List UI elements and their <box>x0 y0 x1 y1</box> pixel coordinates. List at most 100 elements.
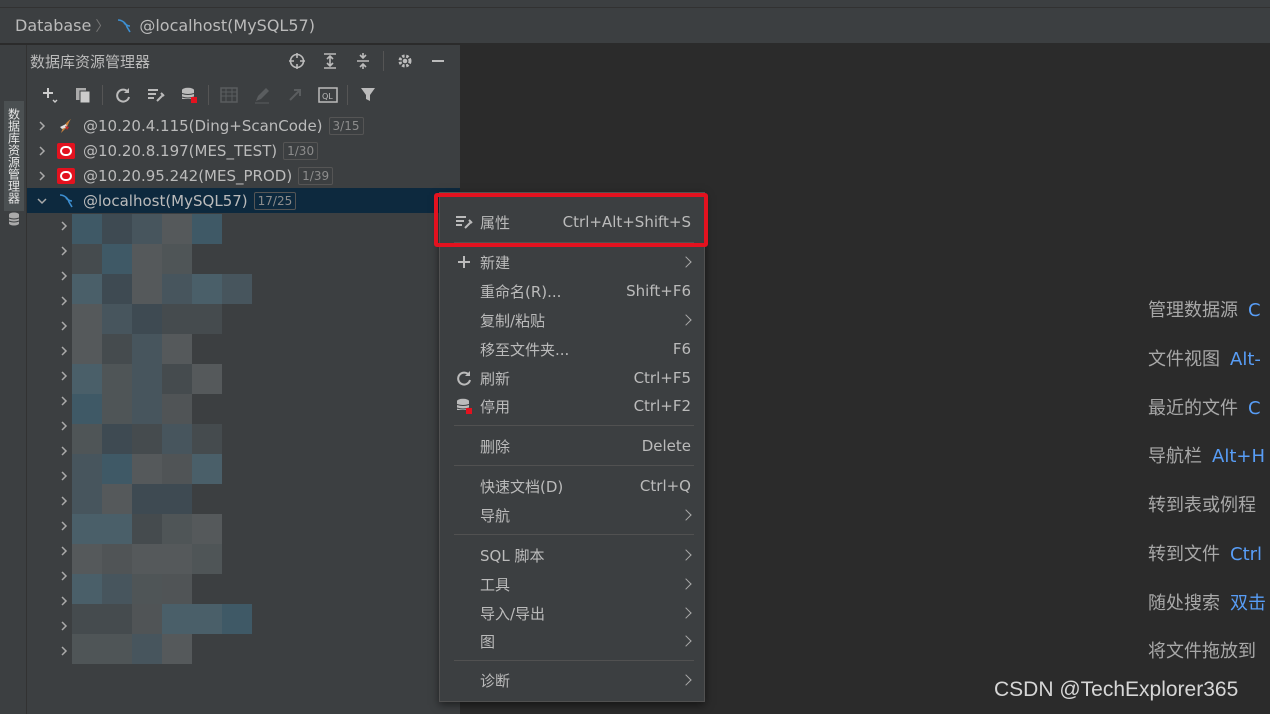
editor-hint: 转到表或例程 <box>1148 491 1256 517</box>
collapse-all-icon[interactable] <box>346 49 379 73</box>
menu-item-copy-paste[interactable]: 复制/粘贴 <box>440 307 704 333</box>
chevron-right-icon <box>680 607 692 619</box>
menu-label: 工具 <box>480 575 511 594</box>
menu-item-refresh[interactable]: 刷新 Ctrl+F5 <box>440 365 704 391</box>
chevron-right-icon[interactable] <box>57 419 71 433</box>
query-console-icon[interactable]: QL <box>311 82 344 108</box>
menu-item-import-export[interactable]: 导入/导出 <box>440 600 704 626</box>
datasource-badge: 3/15 <box>328 116 364 135</box>
datasource-name: @10.20.95.242(MES_PROD) <box>83 166 293 185</box>
hint-label: 转到文件 <box>1148 544 1220 565</box>
minimize-icon[interactable] <box>421 49 454 73</box>
add-icon[interactable] <box>33 82 66 108</box>
database-icon[interactable] <box>6 211 22 227</box>
menu-item-quick-doc[interactable]: 快速文档(D) Ctrl+Q <box>440 473 704 499</box>
chevron-right-icon <box>680 256 692 268</box>
menu-item-move-to-folder[interactable]: 移至文件夹... F6 <box>440 336 704 362</box>
tree-row-datasource[interactable]: @10.20.4.115(Ding+ScanCode) 3/15 <box>27 113 460 138</box>
context-menu: 属性 Ctrl+Alt+Shift+S 新建 重命名(R)... Shift+F… <box>439 192 705 702</box>
chevron-right-icon[interactable] <box>57 544 71 558</box>
breadcrumb-current-label: @localhost(MySQL57) <box>139 16 315 35</box>
toolbar-separator <box>347 85 348 105</box>
chevron-right-icon[interactable] <box>35 119 49 133</box>
refresh-icon <box>454 368 474 388</box>
menu-label: 刷新 <box>480 369 511 388</box>
jump-icon <box>278 82 311 108</box>
watermark: CSDN @TechExplorer365 <box>994 678 1239 701</box>
mysql-icon <box>57 192 75 210</box>
chevron-right-icon[interactable] <box>57 344 71 358</box>
editor-hint: 将文件拖放到 <box>1148 637 1256 663</box>
chevron-right-icon[interactable] <box>57 619 71 633</box>
menu-label: 停用 <box>480 397 511 416</box>
tab-database-explorer[interactable]: 数据库资源管理器 <box>4 101 24 211</box>
breadcrumb-root[interactable]: Database <box>15 16 91 35</box>
menu-label: 导入/导出 <box>480 604 546 623</box>
pixelated-schema-names <box>72 214 292 664</box>
menu-separator <box>454 534 694 535</box>
toolbar-separator <box>208 85 209 105</box>
menu-item-diagnostics[interactable]: 诊断 <box>440 667 704 693</box>
chevron-right-icon[interactable] <box>57 594 71 608</box>
properties-icon[interactable] <box>139 82 172 108</box>
chevron-right-icon[interactable] <box>57 469 71 483</box>
chevron-right-icon[interactable] <box>57 444 71 458</box>
chevron-right-icon <box>680 549 692 561</box>
refresh-icon[interactable] <box>106 82 139 108</box>
disable-datasource-icon[interactable] <box>172 82 205 108</box>
crosshair-icon[interactable] <box>280 49 313 73</box>
menu-item-sql-scripts[interactable]: SQL 脚本 <box>440 542 704 568</box>
chevron-right-icon[interactable] <box>57 244 71 258</box>
filter-icon[interactable] <box>351 82 384 108</box>
menu-separator <box>454 425 694 426</box>
chevron-right-icon[interactable] <box>57 319 71 333</box>
datasource-badge: 1/30 <box>283 141 319 160</box>
menu-item-disable[interactable]: 停用 Ctrl+F2 <box>440 393 704 419</box>
tree-row-datasource-selected[interactable]: @localhost(MySQL57) 17/25 <box>27 188 460 213</box>
chevron-right-icon[interactable] <box>35 144 49 158</box>
duplicate-icon[interactable] <box>66 82 99 108</box>
menu-shortcut: Ctrl+F2 <box>633 397 691 415</box>
chevron-right-icon <box>680 674 692 686</box>
chevron-right-icon[interactable] <box>57 269 71 283</box>
menu-label: 导航 <box>480 506 511 525</box>
chevron-right-icon[interactable] <box>57 369 71 383</box>
hint-shortcut: Ctrl <box>1230 544 1263 565</box>
datasource-name: @10.20.4.115(Ding+ScanCode) <box>83 116 323 135</box>
menu-item-tools[interactable]: 工具 <box>440 571 704 597</box>
editor-hint: 文件视图 Alt- <box>1148 345 1261 371</box>
plus-icon <box>454 252 474 272</box>
oracle-icon <box>57 167 75 185</box>
menu-item-rename[interactable]: 重命名(R)... Shift+F6 <box>440 278 704 304</box>
hint-shortcut: 双击 <box>1230 593 1266 614</box>
chevron-right-icon[interactable] <box>57 294 71 308</box>
editor-hint: 转到文件 Ctrl <box>1148 540 1262 566</box>
menu-label: 诊断 <box>480 671 511 690</box>
menu-item-new[interactable]: 新建 <box>440 249 704 275</box>
chevron-right-icon[interactable] <box>35 169 49 183</box>
menu-shortcut: Ctrl+Q <box>639 477 691 495</box>
header-separator <box>383 51 384 71</box>
chevron-right-icon[interactable] <box>57 394 71 408</box>
datasource-name: @10.20.8.197(MES_TEST) <box>83 141 278 160</box>
chevron-down-icon[interactable] <box>35 194 49 208</box>
tree-row-datasource[interactable]: @10.20.95.242(MES_PROD) 1/39 <box>27 163 460 188</box>
chevron-right-icon[interactable] <box>57 494 71 508</box>
chevron-right-icon[interactable] <box>57 644 71 658</box>
menu-item-delete[interactable]: 删除 Delete <box>440 433 704 459</box>
gear-icon[interactable] <box>388 49 421 73</box>
chevron-right-icon[interactable] <box>57 219 71 233</box>
chevron-right-icon[interactable] <box>57 569 71 583</box>
chevron-right-icon <box>680 635 692 647</box>
chevron-right-icon <box>680 509 692 521</box>
expand-all-icon[interactable] <box>313 49 346 73</box>
menu-item-diagrams[interactable]: 图 <box>440 628 704 654</box>
menu-shortcut: Ctrl+F5 <box>633 369 691 387</box>
tree-row-datasource[interactable]: @10.20.8.197(MES_TEST) 1/30 <box>27 138 460 163</box>
breadcrumb-current[interactable]: @localhost(MySQL57) <box>115 16 315 35</box>
menu-item-navigate[interactable]: 导航 <box>440 502 704 528</box>
chevron-right-icon[interactable] <box>57 519 71 533</box>
explorer-toolbar: QL <box>27 77 460 113</box>
hint-label: 将文件拖放到 <box>1148 641 1256 662</box>
edit-icon <box>245 82 278 108</box>
